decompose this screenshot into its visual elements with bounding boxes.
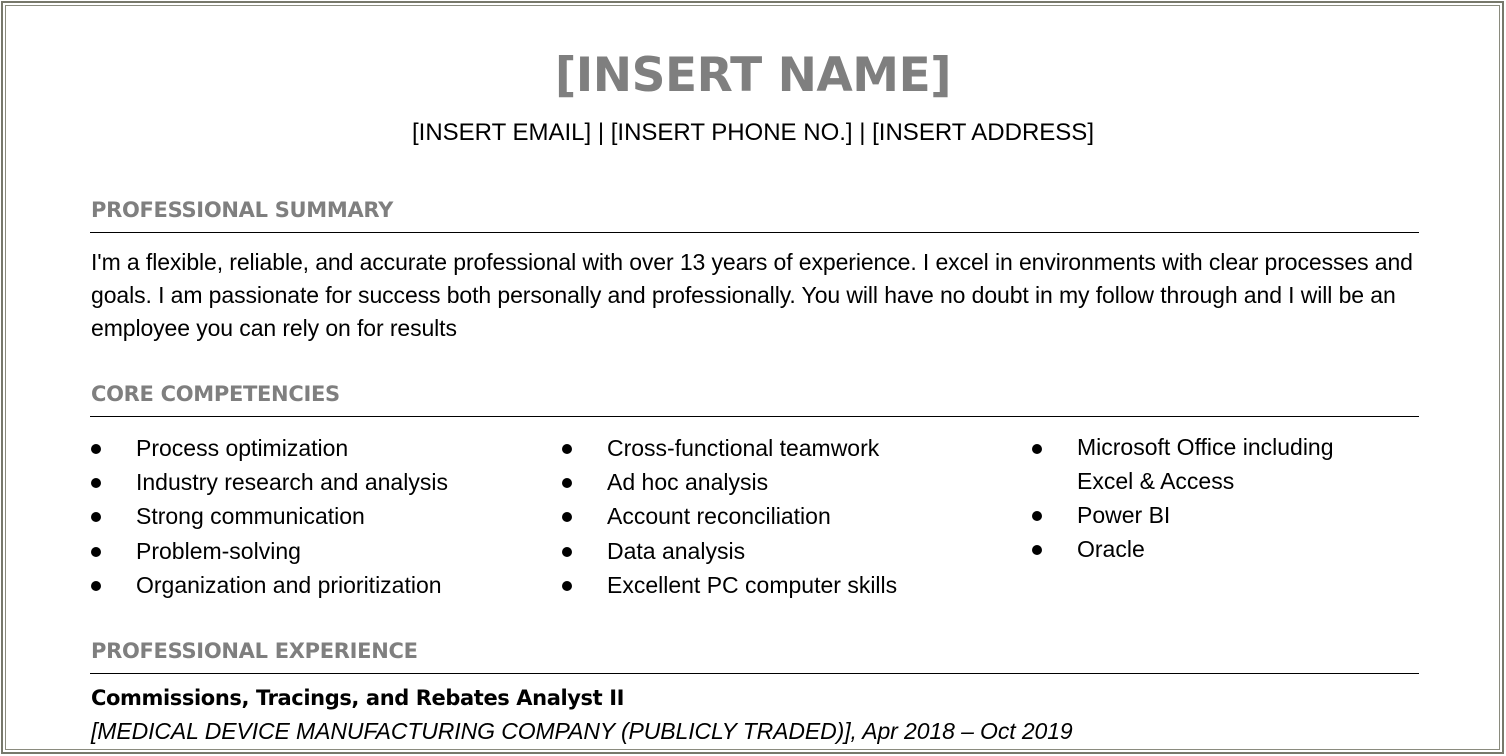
competency-item: Organization and prioritization (91, 568, 448, 602)
competency-item: Oracle (1032, 532, 1367, 566)
bullet-icon (91, 478, 101, 489)
competency-item: Strong communication (91, 499, 448, 533)
section-title-competencies: CORE COMPETENCIES (91, 382, 340, 406)
section-title-experience: PROFESSIONAL EXPERIENCE (91, 639, 418, 663)
competencies-column-3: Microsoft Office including Excel & Acces… (1032, 431, 1367, 566)
competency-item: Data analysis (562, 534, 897, 568)
job-title: Commissions, Tracings, and Rebates Analy… (91, 686, 625, 710)
bullet-icon (562, 546, 572, 557)
section-title-summary: PROFESSIONAL SUMMARY (91, 198, 394, 222)
competencies-column-2: Cross-functional teamwork Ad hoc analysi… (562, 431, 897, 602)
resume-document: [INSERT NAME] [INSERT EMAIL] | [INSERT P… (0, 0, 1506, 756)
section-rule-competencies (90, 416, 1419, 417)
bullet-icon (562, 478, 572, 489)
competencies-column-1: Process optimization Industry research a… (91, 431, 448, 602)
bullet-icon (1032, 511, 1042, 521)
bullet-icon (91, 580, 101, 591)
bullet-icon (91, 444, 101, 454)
competency-item: Ad hoc analysis (562, 465, 897, 499)
bullet-icon (562, 512, 572, 523)
competency-item: Excellent PC computer skills (562, 568, 897, 602)
competency-item: Cross-functional teamwork (562, 431, 897, 465)
candidate-name: [INSERT NAME] (554, 48, 952, 103)
section-rule-summary (90, 232, 1419, 233)
competency-item: Industry research and analysis (91, 465, 448, 499)
resume-page: [INSERT NAME] [INSERT EMAIL] | [INSERT P… (0, 0, 1506, 756)
job-company-dates: [MEDICAL DEVICE MANUFACTURING COMPANY (P… (91, 718, 1073, 744)
competency-item: Microsoft Office including Excel & Acces… (1032, 431, 1367, 498)
summary-text: I'm a flexible, reliable, and accurate p… (91, 249, 1413, 341)
contact-line: [INSERT EMAIL] | [INSERT PHONE NO.] | [I… (412, 119, 1094, 146)
bullet-icon (91, 546, 101, 557)
bullet-icon (91, 512, 101, 523)
competency-item: Account reconciliation (562, 499, 897, 533)
bullet-icon (562, 444, 572, 454)
competency-item: Problem-solving (91, 534, 448, 568)
section-rule-experience (90, 673, 1419, 674)
competency-item: Power BI (1032, 498, 1367, 532)
competency-item: Process optimization (91, 431, 448, 465)
bullet-icon (1032, 545, 1042, 556)
bullet-icon (1032, 444, 1042, 454)
bullet-icon (562, 580, 572, 591)
